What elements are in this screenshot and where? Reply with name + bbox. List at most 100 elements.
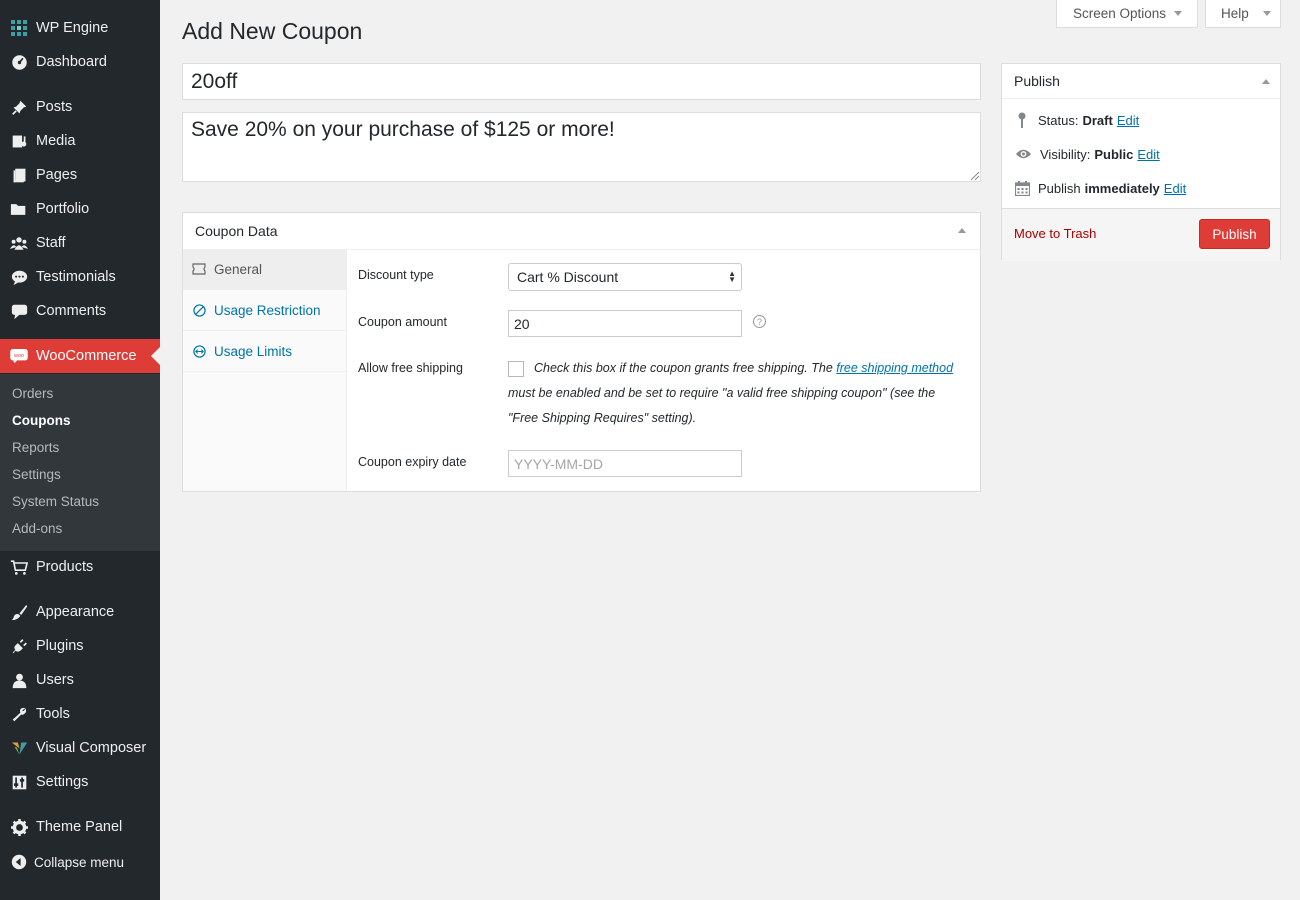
expiry-date-placeholder: YYYY-MM-DD [514, 455, 603, 472]
dashboard-icon [9, 52, 29, 72]
help-tip-icon[interactable]: ? [753, 315, 766, 328]
user-icon [9, 670, 29, 690]
menu-item-woocommerce[interactable]: woo WooCommerce [0, 339, 160, 373]
menu-label: WP Engine [36, 20, 109, 36]
menu-label: Dashboard [36, 54, 107, 70]
coupon-description-textarea[interactable]: Save 20% on your purchase of $125 or mor… [182, 112, 981, 182]
groups-icon [9, 233, 29, 253]
gear-icon [9, 817, 29, 837]
current-menu-arrow [151, 347, 160, 365]
menu-item-tools[interactable]: Tools [0, 697, 160, 731]
help-button[interactable]: Help [1205, 0, 1281, 28]
collapse-menu-button[interactable]: Collapse menu [0, 845, 160, 879]
menu-item-staff[interactable]: Staff [0, 226, 160, 260]
menu-label: Settings [36, 774, 89, 790]
menu-item-wp-engine[interactable]: WP Engine [0, 11, 160, 45]
menu-item-media[interactable]: Media [0, 124, 160, 158]
submenu-item-system-status[interactable]: System Status [12, 494, 99, 509]
submenu-item-settings[interactable]: Settings [12, 467, 61, 482]
free-shipping-checkbox[interactable] [508, 361, 524, 377]
coupon-data-tabs: General Usage Restriction Usage Limits [183, 249, 347, 491]
free-shipping-method-link[interactable]: free shipping method [836, 361, 953, 375]
coupon-amount-input[interactable]: 20 [508, 310, 742, 337]
folder-icon [9, 199, 29, 219]
resize-grip-icon[interactable] [971, 172, 979, 180]
chevron-down-icon [1262, 11, 1271, 16]
menu-label: Posts [36, 99, 73, 115]
collapse-toggle-icon[interactable] [958, 228, 966, 233]
coupon-data-title: Coupon Data [195, 223, 278, 239]
select-arrows-icon: ▲ ▼ [728, 269, 736, 284]
menu-label: Appearance [36, 604, 115, 620]
screen-options-button[interactable]: Screen Options [1056, 0, 1198, 28]
menu-label: Visual Composer [36, 740, 147, 756]
menu-label: Collapse menu [34, 854, 125, 870]
menu-item-products[interactable]: Products [0, 550, 160, 584]
speech-bubble-icon [9, 267, 29, 287]
edit-schedule-link[interactable]: Edit [1164, 181, 1186, 196]
discount-type-value: Cart % Discount [517, 269, 619, 285]
menu-label: WooCommerce [36, 348, 137, 364]
menu-label: Testimonials [36, 269, 116, 285]
menu-label: Comments [36, 303, 107, 319]
discount-type-select[interactable]: Cart % Discount ▲ ▼ [508, 263, 742, 291]
menu-item-theme-panel[interactable]: Theme Panel [0, 810, 160, 844]
woo-icon: woo [9, 346, 29, 366]
publish-header: Publish [1002, 64, 1280, 99]
menu-label: Plugins [36, 638, 84, 654]
submenu-item-coupons[interactable]: Coupons [12, 413, 71, 428]
menu-label: Products [36, 559, 94, 575]
tab-general[interactable]: General [183, 249, 346, 290]
tab-usage-limits[interactable]: Usage Limits [183, 331, 346, 372]
menu-item-appearance[interactable]: Appearance [0, 595, 160, 629]
publish-button[interactable]: Publish [1199, 219, 1270, 249]
menu-item-comments[interactable]: Comments [0, 294, 160, 328]
collapse-toggle-icon[interactable] [1262, 79, 1270, 84]
menu-item-plugins[interactable]: Plugins [0, 629, 160, 663]
limits-icon [192, 344, 206, 358]
menu-item-pages[interactable]: Pages [0, 158, 160, 192]
menu-item-portfolio[interactable]: Portfolio [0, 192, 160, 226]
visual-composer-icon [9, 738, 29, 758]
submenu-item-reports[interactable]: Reports [12, 440, 59, 455]
submenu-item-add-ons[interactable]: Add-ons [12, 521, 62, 536]
menu-label: Pages [36, 167, 78, 183]
menu-item-users[interactable]: Users [0, 663, 160, 697]
cart-icon [9, 557, 29, 577]
menu-item-posts[interactable]: Posts [0, 90, 160, 124]
publish-panel: Publish Status: Draft Edit Visibility: P… [1001, 63, 1281, 261]
publish-schedule-row: Publish immediately Edit [1014, 180, 1186, 196]
menu-label: Tools [36, 706, 70, 722]
free-shipping-description-line-3: "Free Shipping Requires" setting). [508, 411, 697, 425]
help-label: Help [1221, 6, 1249, 21]
tab-usage-restriction[interactable]: Usage Restriction [183, 290, 346, 331]
menu-item-visual-composer[interactable]: Visual Composer [0, 731, 160, 765]
media-icon [9, 131, 29, 151]
free-shipping-text: Check this box if the coupon grants free… [534, 361, 833, 375]
publish-actions: Move to Trash Publish [1002, 208, 1280, 261]
edit-visibility-link[interactable]: Edit [1137, 147, 1159, 162]
publish-title: Publish [1014, 73, 1060, 89]
move-to-trash-link[interactable]: Move to Trash [1014, 226, 1096, 241]
discount-type-label: Discount type [358, 268, 434, 282]
menu-item-settings[interactable]: Settings [0, 765, 160, 799]
coupon-code-input[interactable]: 20off [182, 63, 981, 100]
tab-label: General [214, 261, 263, 277]
comment-icon [9, 301, 29, 321]
expiry-date-input[interactable]: YYYY-MM-DD [508, 450, 742, 477]
eye-icon [1014, 146, 1032, 162]
menu-item-testimonials[interactable]: Testimonials [0, 260, 160, 294]
menu-label: Media [36, 133, 76, 149]
admin-sidebar: WP Engine Dashboard Posts Media Pages Po… [0, 0, 160, 900]
menu-item-dashboard[interactable]: Dashboard [0, 45, 160, 79]
menu-label: Theme Panel [36, 819, 123, 835]
menu-label: Staff [36, 235, 66, 251]
tab-label: Usage Restriction [214, 302, 321, 318]
coupon-description-value: Save 20% on your purchase of $125 or mor… [191, 118, 615, 141]
status-label: Status: [1038, 112, 1079, 128]
submenu-item-orders[interactable]: Orders [12, 386, 53, 401]
settings-sliders-icon [9, 772, 29, 792]
edit-status-link[interactable]: Edit [1117, 113, 1139, 128]
ticket-icon [192, 262, 206, 276]
collapse-icon [9, 852, 29, 872]
